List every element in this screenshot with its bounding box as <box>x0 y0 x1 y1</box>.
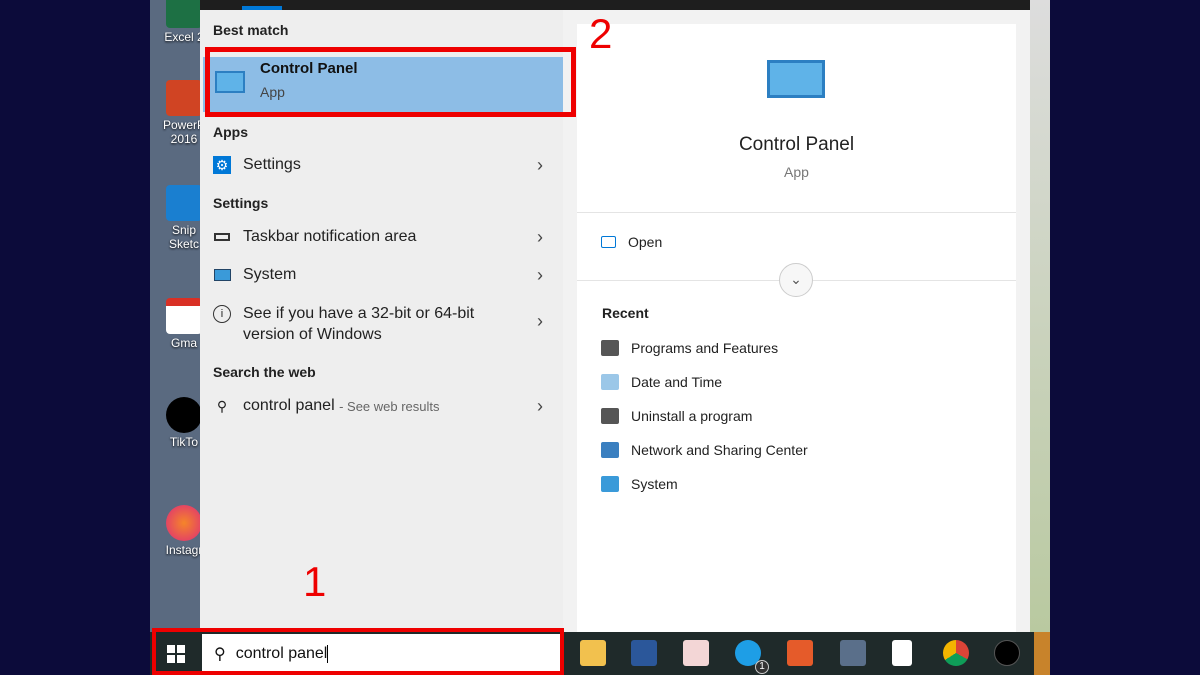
gear-icon: ⚙ <box>213 156 231 174</box>
app-icon[interactable] <box>683 640 709 666</box>
recent-label: Uninstall a program <box>631 408 753 424</box>
result-system[interactable]: System › <box>200 265 563 286</box>
search-icon: ⚲ <box>216 397 228 414</box>
preview-panel: Control Panel App Open ⌄ Recent Programs… <box>563 10 1030 632</box>
notepad-icon[interactable] <box>892 640 912 666</box>
chevron-right-icon[interactable]: › <box>537 227 543 248</box>
result-label: See if you have a 32-bit or 64-bit versi… <box>243 305 475 343</box>
preview-title: Control Panel <box>738 134 855 155</box>
calculator-icon[interactable] <box>840 640 866 666</box>
result-32-64-bit[interactable]: i See if you have a 32-bit or 64-bit vers… <box>200 303 563 345</box>
recent-network-sharing[interactable]: Network and Sharing Center <box>601 442 808 458</box>
web-query: control panel <box>243 397 335 414</box>
icon-label: PowerP 2016 <box>162 118 206 146</box>
programs-icon <box>601 408 619 424</box>
icon-label: Gma <box>170 336 197 350</box>
wallpaper <box>1030 0 1050 632</box>
preview-subtitle: App <box>784 164 809 180</box>
web-suffix: - See web results <box>339 398 440 414</box>
open-action[interactable]: Open <box>601 234 662 250</box>
programs-icon <box>601 340 619 356</box>
divider <box>577 212 1016 213</box>
skype-badge: 1 <box>755 660 769 674</box>
recent-system[interactable]: System <box>601 476 678 492</box>
recent-label: Programs and Features <box>631 340 779 356</box>
taskbar-edge <box>1034 632 1050 675</box>
recent-programs-features[interactable]: Programs and Features <box>601 340 778 356</box>
skype-icon[interactable]: 1 <box>735 640 769 674</box>
preview-card: Control Panel App Open ⌄ Recent Programs… <box>577 24 1016 632</box>
open-label: Open <box>628 234 663 250</box>
web-header: Search the web <box>213 364 316 380</box>
best-match-header: Best match <box>213 22 289 38</box>
tiktok-icon[interactable] <box>994 640 1020 666</box>
icon-label: Snip Sketc <box>168 223 199 251</box>
monitor-icon <box>601 476 619 492</box>
settings-header: Settings <box>213 195 269 211</box>
clock-icon <box>601 374 619 390</box>
annotation-box-best-match <box>205 47 576 117</box>
recent-date-time[interactable]: Date and Time <box>601 374 722 390</box>
chevron-right-icon[interactable]: › <box>537 396 543 417</box>
word-icon[interactable] <box>631 640 657 666</box>
result-label: Settings <box>243 156 301 173</box>
file-explorer-icon[interactable] <box>580 640 606 666</box>
recent-label: System <box>631 476 678 492</box>
monitor-icon <box>213 266 231 284</box>
icon-label: TikTo <box>169 435 199 449</box>
icon-label: Excel 2 <box>164 30 204 44</box>
open-icon <box>601 236 616 248</box>
taskbar-icon <box>213 228 231 246</box>
search-tabs-bar <box>200 0 1030 10</box>
annotation-step-1: 1 <box>303 558 327 605</box>
annotation-box-search <box>152 628 564 675</box>
result-taskbar-notification[interactable]: Taskbar notification area › <box>200 227 563 248</box>
chevron-right-icon[interactable]: › <box>537 155 543 176</box>
info-icon: i <box>213 305 231 323</box>
annotation-step-2: 2 <box>589 10 613 57</box>
expand-chevron-button[interactable]: ⌄ <box>779 263 813 297</box>
result-web-search[interactable]: ⚲ control panel - See web results › <box>200 396 563 417</box>
network-icon <box>601 442 619 458</box>
result-settings[interactable]: ⚙ Settings › <box>200 155 563 176</box>
recent-label: Date and Time <box>631 374 723 390</box>
chevron-right-icon[interactable]: › <box>537 265 543 286</box>
recent-header: Recent <box>602 305 649 321</box>
recent-label: Network and Sharing Center <box>631 442 808 458</box>
icon-label: Instagr <box>165 543 203 557</box>
result-label: System <box>243 266 297 283</box>
result-label: Taskbar notification area <box>243 228 417 245</box>
chrome-icon[interactable] <box>943 640 969 666</box>
apps-header: Apps <box>213 124 248 140</box>
control-panel-large-icon <box>767 60 825 98</box>
snip-sketch-icon[interactable] <box>787 640 813 666</box>
chevron-right-icon[interactable]: › <box>537 311 543 332</box>
recent-uninstall[interactable]: Uninstall a program <box>601 408 752 424</box>
